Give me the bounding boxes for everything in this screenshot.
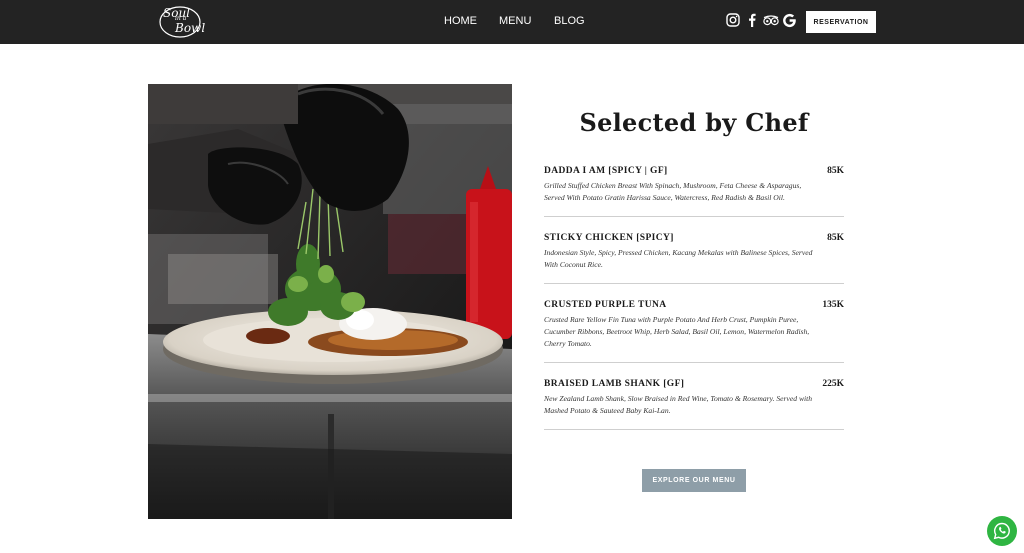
site-header: Soul in a Bowl HOME MENU BLOG RESERVATIO…	[0, 0, 1024, 44]
logo-text-bowl: Bowl	[175, 21, 206, 35]
menu-item-price: 85K	[827, 233, 844, 243]
menu-item-description: Grilled Stuffed Chicken Breast With Spin…	[544, 181, 802, 202]
reservation-button[interactable]: RESERVATION	[806, 11, 876, 33]
menu-item-description: New Zealand Lamb Shank, Slow Braised in …	[544, 394, 813, 415]
section-title: Selected by Chef	[579, 108, 809, 137]
tripadvisor-icon[interactable]	[763, 15, 779, 26]
menu-item-description: Crusted Rare Yellow Fin Tuna with Purple…	[544, 315, 810, 348]
site-logo[interactable]: Soul in a Bowl	[157, 4, 206, 40]
menu-item-name: DADDA I AM [SPICY | GF]	[544, 166, 668, 176]
menu-item-name: STICKY CHICKEN [SPICY]	[544, 233, 674, 243]
menu-item-divider	[544, 429, 844, 430]
nav-blog[interactable]: BLOG	[554, 15, 585, 27]
menu-item-name: BRAISED LAMB SHANK [GF]	[544, 379, 685, 389]
explore-menu-button[interactable]: EXPLORE OUR MENU	[642, 469, 746, 492]
whatsapp-icon[interactable]	[987, 516, 1017, 546]
menu-item-divider	[544, 362, 844, 363]
menu-item-price: 225K	[822, 379, 844, 389]
nav-home[interactable]: HOME	[444, 15, 477, 27]
menu-item-price: 85K	[827, 166, 844, 176]
instagram-icon[interactable]	[726, 13, 740, 27]
facebook-icon[interactable]	[748, 13, 756, 27]
menu-item-divider	[544, 283, 844, 284]
menu-item-description: Indonesian Style, Spicy, Pressed Chicken…	[544, 248, 813, 269]
nav-menu[interactable]: MENU	[499, 15, 531, 27]
chef-plating-photo	[148, 84, 512, 519]
menu-item-name: CRUSTED PURPLE TUNA	[544, 300, 667, 310]
menu-item-divider	[544, 216, 844, 217]
google-icon[interactable]	[782, 13, 797, 28]
menu-item-price: 135K	[822, 300, 844, 310]
